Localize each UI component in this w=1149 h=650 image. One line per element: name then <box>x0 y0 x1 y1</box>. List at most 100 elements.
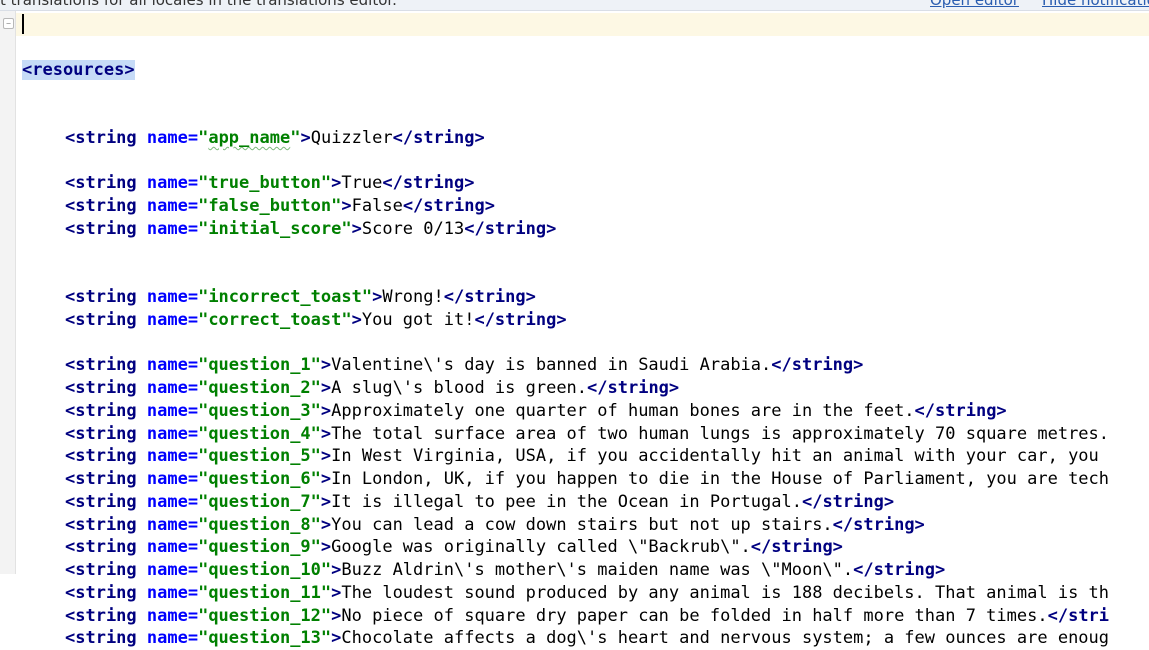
string-open-tag: <string <box>65 628 147 649</box>
code-line-string-initial_score[interactable]: <string name="initial_score">Score 0/13<… <box>22 218 1149 241</box>
string-open-tag: <string <box>65 173 147 194</box>
string-close-tag: </string> <box>771 355 864 376</box>
tag-bracket: > <box>320 514 332 535</box>
name-attribute-value: "question_5" <box>198 446 321 467</box>
name-attribute-value: "question_3" <box>198 400 321 421</box>
code-line-string-incorrect_toast[interactable]: <string name="incorrect_toast">Wrong!</s… <box>22 286 1149 309</box>
string-value: Google was originally called \"Backrub\"… <box>331 537 751 558</box>
name-attribute: name= <box>146 582 199 603</box>
string-value: Quizzler <box>310 127 393 148</box>
name-attribute-value: "correct_toast" <box>198 309 352 330</box>
string-value: The total surface area of two human lung… <box>331 423 1110 444</box>
name-attribute-value: "incorrect_toast" <box>198 287 373 307</box>
tag-bracket: > <box>320 378 332 398</box>
code-line-string-question_13[interactable]: <string name="question_13">Chocolate aff… <box>22 627 1149 650</box>
string-open-tag: <string <box>65 469 147 489</box>
editor-gutter[interactable]: − <box>0 11 16 574</box>
name-attribute: name= <box>146 400 199 421</box>
name-attribute: name= <box>146 560 199 580</box>
name-attribute: name= <box>146 127 199 148</box>
code-line-string-true_button[interactable]: <string name="true_button">True</string> <box>22 172 1149 195</box>
name-attribute: name= <box>146 469 199 489</box>
code-line-blank[interactable] <box>22 263 1149 286</box>
name-attribute: name= <box>146 537 199 558</box>
code-line-string-question_4[interactable]: <string name="question_4">The total surf… <box>22 423 1149 446</box>
tag-bracket: > <box>320 537 332 558</box>
string-close-tag: </string> <box>474 309 567 330</box>
code-line-string-question_9[interactable]: <string name="question_9">Google was ori… <box>22 536 1149 559</box>
name-attribute: name= <box>146 218 199 239</box>
tag-bracket: > <box>372 287 383 307</box>
code-line-string-question_7[interactable]: <string name="question_7">It is illegal … <box>22 491 1149 514</box>
string-value: Wrong! <box>382 287 444 307</box>
string-value: True <box>341 173 383 194</box>
code-line-string-question_12[interactable]: <string name="question_12">No piece of s… <box>22 605 1149 628</box>
tag-bracket: > <box>320 469 332 489</box>
code-line-string-question_1[interactable]: <string name="question_1">Valentine\'s d… <box>22 354 1149 377</box>
fold-collapse-icon[interactable]: − <box>3 18 14 29</box>
string-close-tag: </string> <box>832 514 925 535</box>
tag-bracket: > <box>320 491 332 512</box>
string-close-tag: </string> <box>914 400 1007 421</box>
tag-bracket: > <box>351 218 362 239</box>
string-value: You got it! <box>361 309 475 330</box>
name-attribute: name= <box>146 491 199 512</box>
code-line-string-correct_toast[interactable]: <string name="correct_toast">You got it!… <box>22 309 1149 332</box>
code-editor[interactable]: <resources> <string name="app_name">Quiz… <box>22 13 1149 650</box>
name-attribute: name= <box>146 605 199 626</box>
string-close-tag: </string> <box>853 560 946 580</box>
string-open-tag: <string <box>65 514 147 535</box>
string-open-tag: <string <box>65 423 147 444</box>
name-attribute-value: "question_6" <box>198 469 321 489</box>
code-line-string-false_button[interactable]: <string name="false_button">False</strin… <box>22 195 1149 218</box>
code-line-string-question_5[interactable]: <string name="question_5">In West Virgin… <box>22 445 1149 468</box>
string-open-tag: <string <box>65 309 147 330</box>
code-line-string-question_3[interactable]: <string name="question_3">Approximately … <box>22 400 1149 423</box>
name-attribute: name= <box>146 287 199 307</box>
code-line-string-app_name[interactable]: <string name="app_name">Quizzler</string… <box>22 127 1149 150</box>
string-open-tag: <string <box>65 127 147 148</box>
hide-notification-link[interactable]: Hide notification <box>1042 0 1149 9</box>
name-attribute-value: "question_11" <box>198 582 332 603</box>
string-close-tag: </string> <box>587 378 680 398</box>
tag-bracket: > <box>331 560 342 580</box>
string-value: Valentine\'s day is banned in Saudi Arab… <box>331 355 772 376</box>
string-value: The loudest sound produced by any animal… <box>341 582 1110 603</box>
code-line-string-question_6[interactable]: <string name="question_6">In London, UK,… <box>22 468 1149 491</box>
code-line-root[interactable]: <resources> <box>22 59 1149 82</box>
string-open-tag: <string <box>65 582 147 603</box>
name-attribute-value: "question_1" <box>198 355 321 376</box>
code-line-blank[interactable] <box>22 241 1149 264</box>
name-attribute: name= <box>146 355 199 376</box>
banner-message: t translations for all locales in the tr… <box>0 0 397 9</box>
string-value: Chocolate affects a dog\'s heart and ner… <box>341 628 1110 649</box>
code-line-blank[interactable] <box>22 150 1149 173</box>
string-open-tag: <string <box>65 605 147 626</box>
name-attribute: name= <box>146 628 199 649</box>
tag-bracket: > <box>320 400 332 421</box>
code-line-string-question_8[interactable]: <string name="question_8">You can lead a… <box>22 514 1149 537</box>
name-attribute-value: "question_13" <box>198 628 332 649</box>
code-line-blank[interactable] <box>22 332 1149 355</box>
code-line-blank[interactable] <box>22 104 1149 127</box>
tag-bracket: > <box>300 127 311 148</box>
name-attribute-value: "initial_score" <box>198 218 352 239</box>
tag-bracket: > <box>331 173 342 194</box>
string-value: It is illegal to pee in the Ocean in Por… <box>331 491 802 512</box>
notification-banner: t translations for all locales in the tr… <box>0 0 1149 11</box>
string-open-tag: <string <box>65 491 147 512</box>
tag-bracket: > <box>351 309 362 330</box>
name-attribute-value: "question_9" <box>198 537 321 558</box>
string-close-tag-partial: </stri <box>1047 605 1110 626</box>
name-attribute-value: "question_2" <box>198 378 321 398</box>
tag-bracket: > <box>331 628 342 649</box>
string-value: Buzz Aldrin\'s mother\'s maiden name was… <box>341 560 854 580</box>
code-line-string-question_2[interactable]: <string name="question_2">A slug\'s bloo… <box>22 377 1149 400</box>
name-attribute: name= <box>146 423 199 444</box>
code-line-string-question_11[interactable]: <string name="question_11">The loudest s… <box>22 582 1149 605</box>
tag-bracket: > <box>341 196 352 216</box>
open-editor-link[interactable]: Open editor <box>930 0 1019 9</box>
string-close-tag: </string> <box>750 537 843 558</box>
name-attribute-value: "question_7" <box>198 491 321 512</box>
code-line-string-question_10[interactable]: <string name="question_10">Buzz Aldrin\'… <box>22 559 1149 582</box>
